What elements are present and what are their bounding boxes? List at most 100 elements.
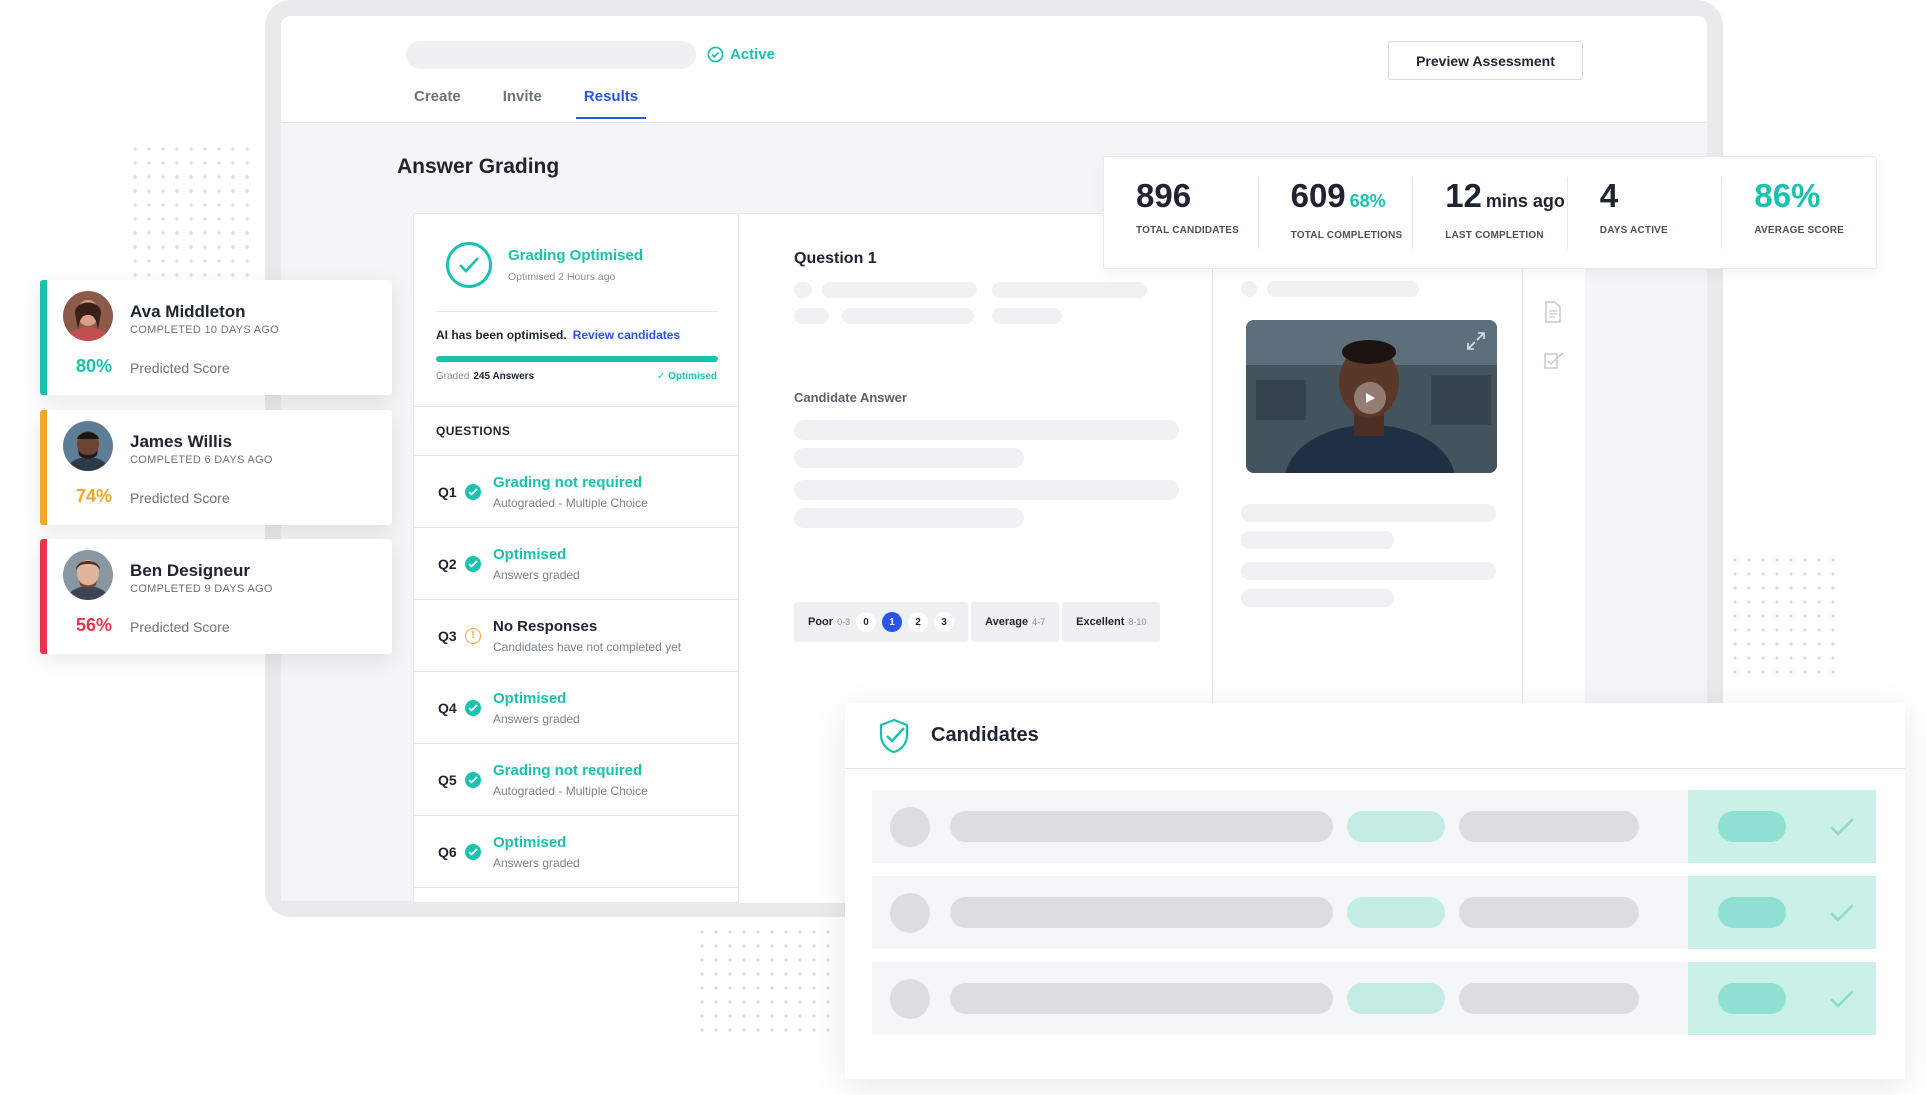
candidates-header: Candidates bbox=[845, 703, 1905, 769]
score-option[interactable]: 3 bbox=[934, 612, 955, 632]
check-icon bbox=[1830, 903, 1854, 922]
scale-average[interactable]: Average 4-7 bbox=[971, 602, 1060, 642]
detail-placeholder bbox=[1459, 811, 1639, 842]
answer-placeholder bbox=[794, 448, 1024, 468]
predicted-score: 74% bbox=[76, 486, 113, 506]
questions-header: QUESTIONS bbox=[414, 406, 738, 456]
question-number: Q6 bbox=[438, 843, 457, 860]
question-row[interactable]: Q6 Optimised Answers graded bbox=[414, 816, 738, 888]
text-placeholder bbox=[822, 282, 977, 298]
stat-label: AVERAGE SCORE bbox=[1754, 224, 1845, 236]
candidate-answer-label: Candidate Answer bbox=[794, 390, 907, 405]
expand-icon[interactable] bbox=[1465, 330, 1487, 357]
name-placeholder bbox=[950, 983, 1333, 1014]
tab-create[interactable]: Create bbox=[414, 88, 461, 119]
warning-icon: ! bbox=[465, 627, 481, 644]
candidate-status bbox=[1688, 790, 1876, 863]
stat-value: 12 mins ago bbox=[1445, 177, 1567, 220]
avatar bbox=[63, 421, 113, 471]
candidate-row[interactable] bbox=[872, 876, 1876, 949]
tab-results[interactable]: Results bbox=[575, 88, 647, 119]
score-option[interactable]: 2 bbox=[908, 612, 929, 632]
candidate-card[interactable]: James Willis COMPLETED 6 DAYS AGO 74% Pr… bbox=[40, 410, 392, 525]
question-subtitle: Answers graded bbox=[493, 855, 580, 870]
shield-check-icon bbox=[879, 718, 909, 753]
detail-placeholder bbox=[1459, 897, 1639, 928]
stats-card: 896 TOTAL CANDIDATES 609 68% TOTAL COMPLE… bbox=[1103, 156, 1877, 269]
question-row[interactable]: Q5 Grading not required Autograded - Mult… bbox=[414, 744, 738, 816]
question-number: Q2 bbox=[438, 555, 457, 572]
candidate-row[interactable] bbox=[872, 962, 1876, 1035]
score-pill bbox=[1718, 897, 1786, 928]
question-subtitle: Autograded - Multiple Choice bbox=[493, 495, 648, 510]
grading-progress-bar bbox=[436, 356, 718, 362]
scale-poor: Poor 0-3 0 1 2 3 bbox=[794, 602, 969, 642]
score-option-selected[interactable]: 1 bbox=[882, 612, 903, 632]
document-icon[interactable] bbox=[1544, 301, 1562, 328]
question-number: Q3 bbox=[438, 627, 457, 644]
candidate-status bbox=[1688, 876, 1876, 949]
assessment-title-placeholder bbox=[406, 41, 696, 69]
check-icon bbox=[465, 555, 481, 572]
candidate-card[interactable]: Ben Designeur COMPLETED 9 DAYS AGO 56% P… bbox=[40, 539, 392, 654]
review-candidates-link[interactable]: Review candidates bbox=[573, 328, 680, 342]
predicted-score: 56% bbox=[76, 615, 113, 635]
avatar-placeholder bbox=[890, 978, 930, 1019]
text-placeholder bbox=[1241, 531, 1394, 549]
question-heading: Question 1 bbox=[794, 250, 877, 267]
candidates-panel: Candidates bbox=[845, 703, 1905, 1079]
stat-total-candidates: 896 TOTAL CANDIDATES bbox=[1104, 176, 1259, 249]
stat-number: 609 bbox=[1290, 176, 1346, 214]
tab-bar: Create Invite Results bbox=[414, 88, 647, 119]
divider bbox=[436, 311, 718, 312]
predicted-score-label: Predicted Score bbox=[130, 360, 230, 376]
text-placeholder bbox=[992, 308, 1062, 324]
candidate-card[interactable]: Ava Middleton COMPLETED 10 DAYS AGO 80% … bbox=[40, 280, 392, 395]
tab-invite[interactable]: Invite bbox=[503, 88, 542, 119]
question-subtitle: Candidates have not completed yet bbox=[493, 639, 682, 654]
avatar bbox=[63, 291, 113, 341]
question-row[interactable]: Q4 Optimised Answers graded bbox=[414, 672, 738, 744]
name-placeholder bbox=[950, 897, 1333, 928]
progress-fill bbox=[436, 356, 718, 362]
candidate-status bbox=[1688, 962, 1876, 1035]
name-placeholder bbox=[950, 811, 1333, 842]
candidate-completed: COMPLETED 10 DAYS AGO bbox=[130, 324, 280, 336]
grading-panel: Grading Optimised Optimised 2 Hours ago … bbox=[413, 213, 739, 903]
text-placeholder bbox=[794, 308, 829, 324]
preview-assessment-button[interactable]: Preview Assessment bbox=[1388, 41, 1583, 80]
ai-message-text: AI has been optimised. bbox=[436, 328, 567, 342]
scale-excellent[interactable]: Excellent 8-10 bbox=[1062, 602, 1161, 642]
scale-average-range: 4-7 bbox=[1032, 617, 1046, 627]
graded-value: 245 Answers bbox=[473, 371, 535, 382]
question-title: Grading not required bbox=[493, 473, 643, 491]
candidate-completed: COMPLETED 6 DAYS AGO bbox=[130, 454, 273, 466]
top-bar: Active Preview Assessment Create Invite … bbox=[281, 16, 1707, 123]
check-circle-icon bbox=[707, 46, 724, 63]
text-placeholder bbox=[1241, 562, 1496, 580]
stat-unit: mins ago bbox=[1485, 190, 1565, 211]
check-icon bbox=[465, 771, 481, 788]
play-icon[interactable] bbox=[1354, 382, 1386, 414]
score-option[interactable]: 0 bbox=[856, 612, 877, 632]
candidate-row[interactable] bbox=[872, 790, 1876, 863]
dot-pattern-bottom bbox=[695, 925, 840, 1040]
text-placeholder bbox=[1241, 281, 1257, 297]
stat-number: 12 bbox=[1445, 176, 1482, 214]
question-row[interactable]: Q2 Optimised Answers graded bbox=[414, 528, 738, 600]
stat-average-score: 86% AVERAGE SCORE bbox=[1722, 177, 1876, 249]
question-title: Optimised bbox=[493, 545, 567, 563]
candidate-video[interactable] bbox=[1246, 320, 1497, 473]
check-icon bbox=[465, 699, 481, 716]
candidate-name: Ben Designeur bbox=[130, 561, 250, 580]
text-placeholder bbox=[1241, 589, 1394, 607]
stat-value: 4 bbox=[1599, 176, 1619, 214]
scale-average-label: Average bbox=[985, 616, 1029, 628]
text-placeholder bbox=[794, 282, 812, 298]
question-row[interactable]: Q3 ! No Responses Candidates have not com… bbox=[414, 600, 738, 672]
question-row[interactable]: Q1 Grading not required Autograded - Mult… bbox=[414, 456, 738, 528]
tag-placeholder bbox=[1347, 983, 1445, 1014]
checklist-icon[interactable] bbox=[1543, 351, 1565, 376]
check-icon bbox=[1830, 817, 1854, 836]
question-number: Q1 bbox=[438, 483, 457, 500]
